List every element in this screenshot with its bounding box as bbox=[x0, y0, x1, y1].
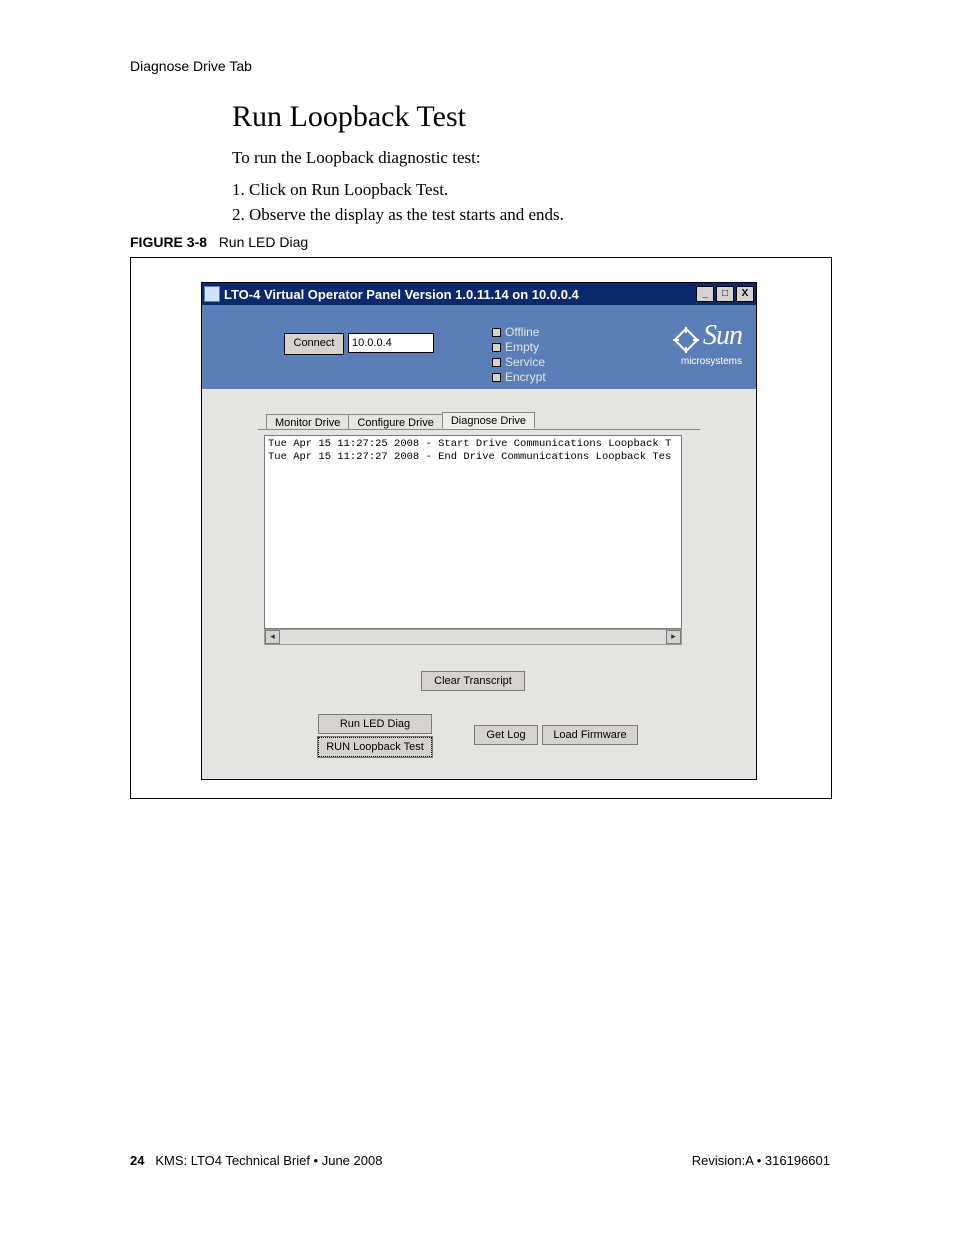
transcript-area[interactable]: Tue Apr 15 11:27:25 2008 - Start Drive C… bbox=[264, 435, 682, 629]
minimize-button[interactable]: _ bbox=[696, 286, 714, 302]
titlebar[interactable]: LTO-4 Virtual Operator Panel Version 1.0… bbox=[202, 283, 756, 305]
led-icon bbox=[492, 358, 501, 367]
transcript-line: Tue Apr 15 11:27:25 2008 - Start Drive C… bbox=[268, 438, 678, 451]
footer-doc: KMS: LTO4 Technical Brief • June 2008 bbox=[155, 1153, 382, 1168]
figure-title: Run LED Diag bbox=[219, 234, 309, 250]
header-panel: Connect 10.0.0.4 Offline Empty Service E… bbox=[202, 305, 756, 389]
sun-icon bbox=[673, 327, 699, 356]
sun-subtext: microsystems bbox=[673, 356, 742, 367]
connect-button[interactable]: Connect bbox=[284, 333, 344, 355]
footer-right: Revision:A • 316196601 bbox=[692, 1153, 830, 1168]
get-log-button[interactable]: Get Log bbox=[474, 725, 538, 745]
page-title: Run Loopback Test bbox=[232, 100, 466, 134]
intro-text: To run the Loopback diagnostic test: bbox=[232, 148, 481, 168]
ip-input[interactable]: 10.0.0.4 bbox=[348, 333, 434, 353]
led-icon bbox=[492, 343, 501, 352]
figure-caption: FIGURE 3-8 Run LED Diag bbox=[130, 234, 308, 250]
run-loopback-test-button[interactable]: RUN Loopback Test bbox=[318, 737, 432, 757]
page-number: 24 bbox=[130, 1153, 144, 1168]
tab-monitor-drive[interactable]: Monitor Drive bbox=[266, 414, 349, 430]
footer-left: 24 KMS: LTO4 Technical Brief • June 2008 bbox=[130, 1153, 382, 1168]
load-firmware-button[interactable]: Load Firmware bbox=[542, 725, 638, 745]
step-2: 2. Observe the display as the test start… bbox=[232, 205, 564, 225]
breadcrumb: Diagnose Drive Tab bbox=[130, 58, 252, 74]
horizontal-scrollbar[interactable]: ◂ ▸ bbox=[264, 629, 682, 645]
transcript-line: Tue Apr 15 11:27:27 2008 - End Drive Com… bbox=[268, 451, 678, 464]
status-service: Service bbox=[492, 355, 546, 370]
window-controls: _ □ X bbox=[696, 286, 754, 302]
led-icon bbox=[492, 328, 501, 337]
run-led-diag-button[interactable]: Run LED Diag bbox=[318, 714, 432, 734]
window-title: LTO-4 Virtual Operator Panel Version 1.0… bbox=[224, 287, 696, 302]
status-offline: Offline bbox=[492, 325, 546, 340]
sun-logo: Sun microsystems bbox=[673, 323, 742, 367]
figure-label: FIGURE 3-8 bbox=[130, 234, 207, 250]
document-page: Diagnose Drive Tab Run Loopback Test To … bbox=[0, 0, 954, 1235]
java-icon bbox=[204, 286, 220, 302]
tab-configure-drive[interactable]: Configure Drive bbox=[348, 414, 442, 430]
scroll-left-icon[interactable]: ◂ bbox=[265, 630, 280, 644]
tab-divider bbox=[258, 429, 700, 430]
maximize-button[interactable]: □ bbox=[716, 286, 734, 302]
figure-frame: LTO-4 Virtual Operator Panel Version 1.0… bbox=[130, 257, 832, 799]
tab-bar: Monitor Drive Configure Drive Diagnose D… bbox=[266, 409, 534, 429]
sun-text: Sun bbox=[703, 320, 742, 351]
app-window: LTO-4 Virtual Operator Panel Version 1.0… bbox=[201, 282, 757, 780]
status-indicators: Offline Empty Service Encrypt bbox=[492, 325, 546, 385]
status-encrypt: Encrypt bbox=[492, 370, 546, 385]
clear-transcript-button[interactable]: Clear Transcript bbox=[421, 671, 525, 691]
step-1: 1. Click on Run Loopback Test. bbox=[232, 180, 448, 200]
tab-diagnose-drive[interactable]: Diagnose Drive bbox=[442, 412, 535, 429]
led-icon bbox=[492, 373, 501, 382]
close-button[interactable]: X bbox=[736, 286, 754, 302]
scroll-right-icon[interactable]: ▸ bbox=[666, 630, 681, 644]
status-empty: Empty bbox=[492, 340, 546, 355]
